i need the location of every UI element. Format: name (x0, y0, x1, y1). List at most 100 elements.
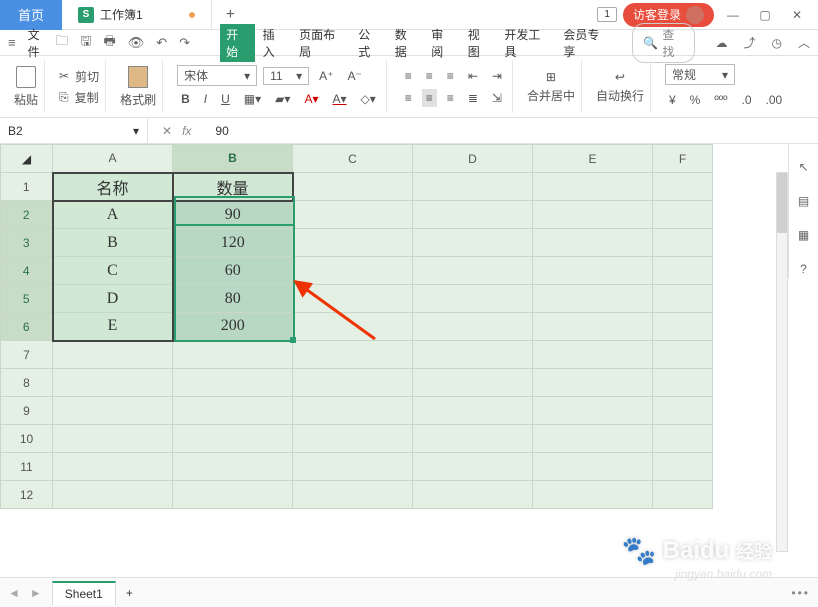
spreadsheet-grid[interactable]: ◢ A B C D E F 1 名称 数量 2 A 90 3 B 120 4 (0, 144, 818, 544)
underline-button[interactable]: U (217, 90, 234, 108)
justify-icon[interactable]: ≣ (464, 89, 482, 107)
row-head-7[interactable]: 7 (1, 341, 53, 369)
increase-decimal-button[interactable]: .00 (762, 91, 787, 109)
panel-icon[interactable]: ▤ (795, 192, 813, 210)
fx-icon[interactable]: fx (182, 124, 191, 138)
indent-left-icon[interactable]: ⇤ (464, 67, 482, 85)
wrap-text-button[interactable]: ↩ 自动换行 (596, 70, 644, 104)
tab-devtools[interactable]: 开发工具 (498, 24, 555, 62)
row-head-10[interactable]: 10 (1, 425, 53, 453)
maximize-button[interactable]: ▢ (752, 8, 778, 22)
cell-a6[interactable]: E (53, 313, 173, 341)
cell-c1[interactable] (293, 173, 413, 201)
align-middle-icon[interactable]: ≡ (422, 67, 437, 85)
select-all-corner[interactable]: ◢ (1, 145, 53, 173)
row-head-12[interactable]: 12 (1, 481, 53, 509)
bold-button[interactable]: B (177, 90, 194, 108)
search-box[interactable]: 🔍 查找 (632, 23, 695, 63)
redo-icon[interactable]: ↷ (179, 35, 190, 51)
col-head-c[interactable]: C (293, 145, 413, 173)
cell-a2[interactable]: A (53, 201, 173, 229)
copy-button[interactable]: ⎘复制 (59, 89, 99, 106)
file-menu[interactable]: 文件 (28, 26, 44, 60)
collapse-ribbon-icon[interactable]: ︿ (798, 34, 810, 51)
fill-color-dropdown[interactable]: ▰▾ (271, 90, 294, 108)
cell-a3[interactable]: B (53, 229, 173, 257)
orientation-icon[interactable]: ⇲ (488, 89, 506, 107)
cell-a4[interactable]: C (53, 257, 173, 285)
properties-icon[interactable]: ▦ (795, 226, 813, 244)
row-head-9[interactable]: 9 (1, 397, 53, 425)
cloud-icon[interactable]: ☁ (715, 36, 727, 50)
row-head-5[interactable]: 5 (1, 285, 53, 313)
settings-icon[interactable]: ◷ (772, 36, 782, 50)
align-left-icon[interactable]: ≡ (401, 89, 416, 107)
add-tab-button[interactable]: + (212, 6, 249, 24)
row-head-6[interactable]: 6 (1, 313, 53, 341)
increase-font-icon[interactable]: A⁺ (315, 67, 337, 85)
font-color-dropdown[interactable]: A▾ (300, 90, 322, 108)
cell-b1[interactable]: 数量 (173, 173, 293, 201)
comma-button[interactable]: ººº (710, 91, 731, 109)
col-head-f[interactable]: F (653, 145, 713, 173)
row-head-4[interactable]: 4 (1, 257, 53, 285)
tab-member[interactable]: 会员专享 (557, 24, 614, 62)
prev-sheet-icon[interactable]: ◄ (8, 586, 20, 600)
decrease-decimal-button[interactable]: .0 (737, 91, 755, 109)
preview-icon[interactable]: 👁 (128, 35, 145, 51)
cell-a1[interactable]: 名称 (53, 173, 173, 201)
tab-formula[interactable]: 公式 (352, 24, 387, 62)
next-sheet-icon[interactable]: ► (30, 586, 42, 600)
tab-insert[interactable]: 插入 (257, 24, 292, 62)
format-painter-button[interactable]: 格式刷 (120, 66, 156, 108)
align-bottom-icon[interactable]: ≡ (443, 67, 458, 85)
tab-data[interactable]: 数据 (389, 24, 424, 62)
currency-button[interactable]: ¥ (665, 91, 680, 109)
paste-button[interactable]: 粘贴 (14, 66, 38, 108)
menu-icon[interactable]: ≡ (8, 35, 16, 50)
font-size-dropdown[interactable]: 11▾ (263, 67, 309, 85)
print-icon[interactable]: 🖶 (103, 32, 115, 54)
indent-right-icon[interactable]: ⇥ (488, 67, 506, 85)
close-button[interactable]: ✕ (784, 8, 810, 22)
cell-b6[interactable]: 200 (173, 313, 293, 341)
col-head-d[interactable]: D (413, 145, 533, 173)
cell-b2[interactable]: 90 (173, 201, 293, 229)
italic-button[interactable]: I (200, 90, 211, 108)
decrease-font-icon[interactable]: A⁻ (343, 67, 365, 85)
cancel-formula-icon[interactable]: ✕ (162, 124, 172, 138)
cell-a5[interactable]: D (53, 285, 173, 313)
undo-icon[interactable]: ↶ (156, 35, 167, 51)
tab-review[interactable]: 审阅 (425, 24, 460, 62)
col-head-a[interactable]: A (53, 145, 173, 173)
tab-view[interactable]: 视图 (462, 24, 497, 62)
merge-center-button[interactable]: ⊞ 合并居中 (527, 70, 575, 104)
align-right-icon[interactable]: ≡ (443, 89, 458, 107)
minimize-button[interactable]: — (720, 8, 746, 22)
cut-button[interactable]: ✂剪切 (59, 68, 99, 85)
folder-icon[interactable]: 🗀 (55, 32, 68, 54)
row-head-2[interactable]: 2 (1, 201, 53, 229)
help-icon[interactable]: ? (795, 260, 813, 278)
number-format-dropdown[interactable]: 常规▾ (665, 64, 735, 85)
row-head-8[interactable]: 8 (1, 369, 53, 397)
scroll-thumb[interactable] (777, 173, 787, 233)
more-options-icon[interactable]: ••• (791, 586, 810, 600)
col-head-b[interactable]: B (173, 145, 293, 173)
add-sheet-button[interactable]: + (126, 586, 133, 600)
highlight-dropdown[interactable]: A▾ (328, 90, 350, 108)
align-top-icon[interactable]: ≡ (401, 67, 416, 85)
tab-layout[interactable]: 页面布局 (293, 24, 350, 62)
name-box[interactable]: B2 ▾ (0, 118, 148, 143)
select-tool-icon[interactable]: ↖ (795, 158, 813, 176)
percent-button[interactable]: % (686, 91, 705, 109)
row-head-11[interactable]: 11 (1, 453, 53, 481)
sheet-tab-1[interactable]: Sheet1 (52, 581, 116, 605)
share-icon[interactable]: ⤴ (743, 34, 755, 51)
cell-b3[interactable]: 120 (173, 229, 293, 257)
clear-format-dropdown[interactable]: ◇▾ (357, 90, 380, 108)
borders-dropdown[interactable]: ▦▾ (240, 90, 265, 108)
font-name-dropdown[interactable]: 宋体▾ (177, 65, 257, 86)
formula-input[interactable]: 90 (205, 124, 818, 138)
cell-b4[interactable]: 60 (173, 257, 293, 285)
